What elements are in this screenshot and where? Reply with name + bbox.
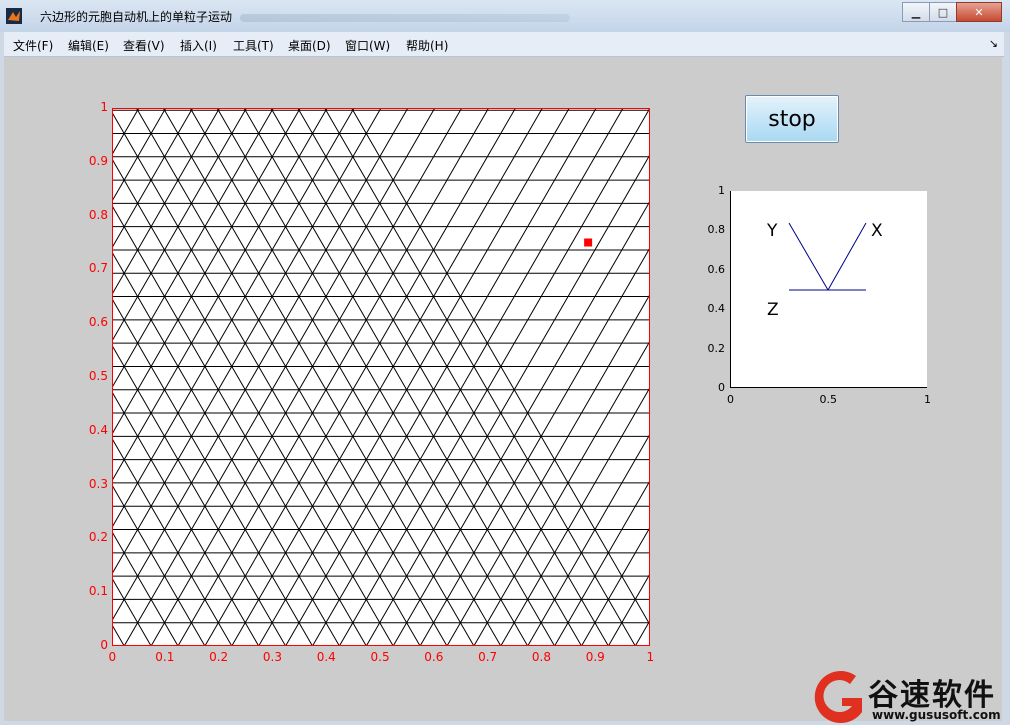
y-tick-label: 0.8 [88, 207, 108, 222]
x-tick-label: 0.1 [155, 650, 175, 664]
grid-diagonal-line [312, 108, 624, 646]
small-y-tick-label: 1 [718, 184, 725, 197]
menu-view[interactable]: 查看(V) [123, 37, 165, 54]
y-tick-label: 0.9 [88, 153, 108, 168]
grid-diagonal-line [150, 108, 463, 646]
window-title: 六边形的元胞自动机上的单粒子运动 [40, 10, 233, 24]
grid-diagonal-line [216, 108, 529, 646]
grid-diagonal-line [338, 108, 650, 646]
x-tick-label: 0.3 [262, 650, 282, 664]
y-tick-label: 0.3 [88, 476, 108, 491]
menu-file[interactable]: 文件(F) [13, 37, 53, 54]
small-y-tick-label: 0.2 [707, 341, 726, 355]
grid-diagonal-line [135, 108, 448, 646]
grid-diagonal-line [112, 108, 382, 575]
y-tick-label: 0 [100, 638, 108, 652]
grid-diagonal-line [243, 108, 556, 646]
grid-diagonal-line [634, 619, 650, 646]
y-tick-label: 0.6 [88, 315, 108, 330]
grid-lines [112, 108, 650, 646]
x-tick-label: 0.7 [478, 650, 498, 664]
x-tick-label: 0 [108, 650, 117, 664]
menu-tools[interactable]: 工具(T) [233, 37, 274, 54]
grid-diagonal-line [189, 108, 502, 646]
direction-axes [730, 191, 927, 388]
blurred-title-area [240, 14, 570, 22]
z-direction-label: Z [767, 300, 779, 320]
grid-diagonal-line [231, 108, 543, 646]
menu-window[interactable]: 窗口(W) [345, 37, 390, 54]
y-tick-label: 1 [100, 100, 108, 114]
x-tick-label: 0.9 [585, 650, 605, 664]
x-tick-label: 0.6 [424, 650, 444, 664]
grid-diagonal-line [258, 108, 570, 646]
close-button[interactable]: ✕ [956, 2, 1002, 22]
x-direction-label: X [871, 221, 883, 241]
x-tick-label: 1 [646, 650, 655, 664]
grid-diagonal-line [351, 108, 650, 626]
x-tick-label: 0.4 [316, 650, 336, 664]
watermark-url: www.gususoft.com [872, 708, 1001, 722]
grid-diagonal-line [324, 108, 636, 646]
axes-border [112, 108, 650, 646]
grid-diagonal-line [177, 108, 490, 646]
y-tick-label: 0.2 [88, 530, 108, 545]
y-direction-label: Y [767, 221, 778, 241]
small-y-tick-label: 0.6 [707, 262, 726, 276]
x-tick-label: 0.2 [209, 650, 229, 664]
y-tick-label: 0.4 [88, 422, 108, 437]
particle-marker [584, 238, 593, 247]
y-tick-label: 0.5 [88, 369, 108, 383]
grid-diagonal-line [112, 108, 274, 389]
minimize-button[interactable]: ▁ [902, 2, 930, 22]
title-bar[interactable]: 六边形的元胞自动机上的单粒子运动 ▁ □ ✕ [0, 0, 1010, 32]
stop-button[interactable]: stop [745, 95, 839, 143]
y-tick-label: 0.1 [88, 584, 108, 599]
triangular-grid-axes[interactable] [112, 108, 650, 646]
x-tick-label: 0.5 [370, 650, 390, 664]
menu-insert[interactable]: 插入(I) [180, 37, 217, 54]
grid-diagonal-line [112, 484, 206, 646]
menu-edit[interactable]: 编辑(E) [68, 37, 109, 54]
maximize-button[interactable]: □ [929, 2, 957, 22]
grid-diagonal-line [123, 108, 436, 646]
menu-help[interactable]: 帮助(H) [406, 37, 448, 54]
small-x-tick-label: 0 [727, 393, 734, 406]
grid-diagonal-line [112, 108, 194, 249]
dock-arrow-icon[interactable]: ↘ [989, 37, 998, 50]
grid-diagonal-line [162, 108, 475, 646]
grid-diagonal-line [204, 108, 516, 646]
window-controls: ▁ □ ✕ [902, 2, 1002, 22]
grid-diagonal-line [297, 108, 609, 646]
small-x-tick-label: 0.5 [819, 393, 838, 406]
menu-bar: 文件(F) 编辑(E) 查看(V) 插入(I) 工具(T) 桌面(D) 窗口(W… [4, 32, 1004, 57]
small-y-tick-label: 0.8 [707, 223, 726, 237]
x-direction-line [827, 222, 867, 291]
menu-desktop[interactable]: 桌面(D) [288, 37, 331, 54]
small-y-tick-label: 0.4 [707, 302, 726, 316]
y-tick-label: 0.7 [88, 261, 108, 276]
small-y-tick-label: 0 [718, 381, 725, 394]
grid-diagonal-line [112, 108, 301, 436]
grid-diagonal-line [112, 108, 221, 296]
matlab-icon [6, 8, 22, 24]
matlab-figure-window: 六边形的元胞自动机上的单粒子运动 ▁ □ ✕ 文件(F) 编辑(E) 查看(V)… [0, 0, 1010, 725]
small-x-tick-label: 1 [924, 393, 931, 406]
x-tick-label: 0.8 [531, 650, 551, 664]
y-direction-line [788, 222, 829, 291]
grid-diagonal-line [112, 108, 140, 156]
grid-diagonal-line [285, 108, 597, 646]
grid-diagonal-line [270, 108, 582, 646]
